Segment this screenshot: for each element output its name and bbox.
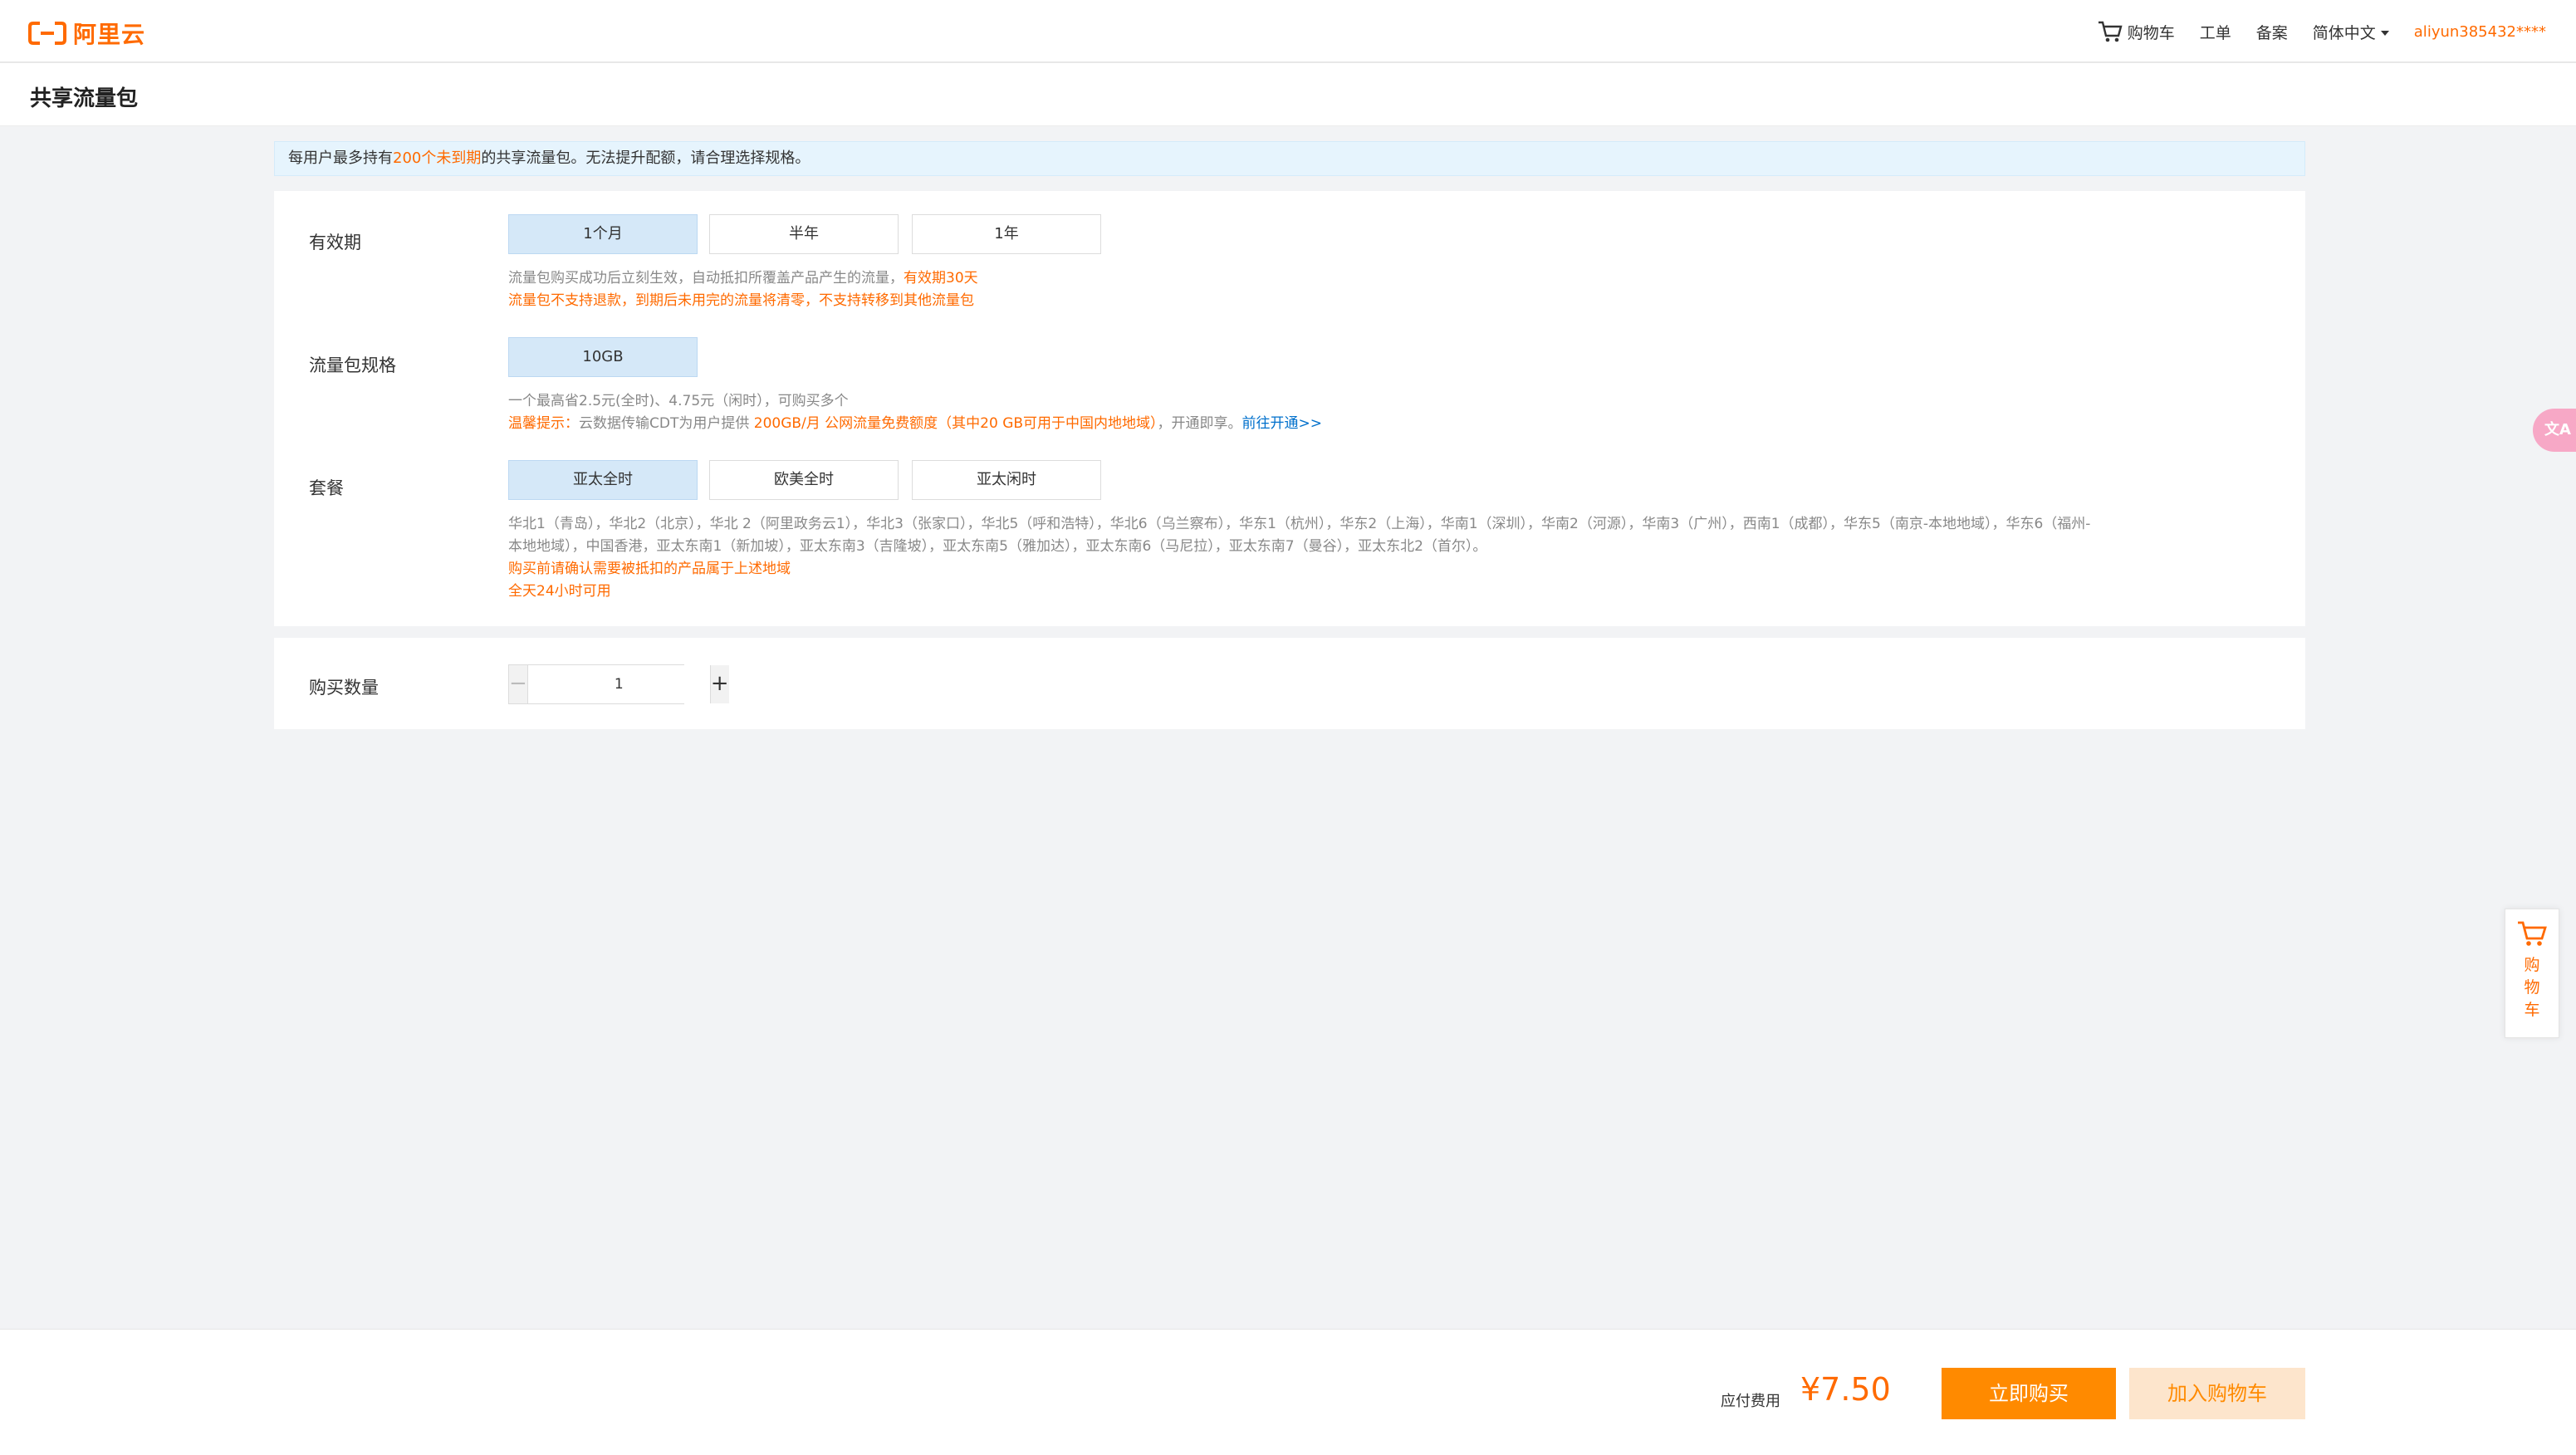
fee-value: ¥7.50 [1800, 1371, 1891, 1408]
cart-icon [2098, 21, 2123, 42]
logo-text: 阿里云 [73, 21, 146, 48]
aliyun-logo-icon [28, 22, 66, 45]
validity-description: 流量包购买成功后立刻生效，自动抵扣所覆盖产品产生的流量，有效期30天 流量包不支… [508, 267, 2277, 312]
floating-cart-button[interactable]: 购物车 [2505, 909, 2559, 1038]
cart-icon [2518, 921, 2547, 946]
quantity-card: 购买数量 − + [274, 638, 2305, 729]
buy-now-button[interactable]: 立即购买 [1942, 1368, 2116, 1419]
top-nav-links: 购物车 工单 备案 简体中文 aliyun385432**** [2098, 0, 2546, 63]
top-navbar: 阿里云 购物车 工单 备案 简体中文 aliyun385432**** [0, 0, 2576, 63]
nav-ticket-link[interactable]: 工单 [2200, 21, 2231, 43]
floating-cart-label: 购物车 [2524, 956, 2540, 1019]
validity-refund-warning: 流量包不支持退款，到期后未用完的流量将清零，不支持转移到其他流量包 [508, 292, 974, 309]
page-title: 共享流量包 [30, 86, 139, 111]
fee-label: 应付费用 [1721, 1393, 1780, 1410]
spec-tip-highlight: 200GB/月 公网流量免费额度（其中20 GB可用于中国内地地域） [753, 415, 1158, 432]
aliyun-logo[interactable]: 阿里云 [28, 17, 145, 50]
add-to-cart-button[interactable]: 加入购物车 [2129, 1368, 2305, 1419]
quantity-input[interactable] [527, 665, 710, 703]
package-availability: 全天24小时可用 [508, 583, 611, 600]
quantity-stepper: − + [508, 664, 729, 704]
translate-icon: 文A [2544, 421, 2571, 438]
notice-prefix: 每用户最多持有 [288, 149, 393, 167]
spec-label: 流量包规格 [309, 355, 396, 375]
quantity-label: 购买数量 [309, 678, 379, 698]
package-regions-line-2: 本地地域），中国香港，亚太东南1（新加坡），亚太东南3（吉隆坡），亚太东南5（雅… [508, 538, 1487, 555]
quota-notice: 每用户最多持有200个未到期的共享流量包。无法提升配额，请合理选择规格。 [274, 141, 2305, 176]
package-option-apac-idle[interactable]: 亚太闲时 [912, 460, 1101, 500]
language-selector[interactable]: 简体中文 [2313, 21, 2389, 43]
chevron-down-icon [2380, 31, 2389, 36]
validity-desc-period: 有效期30天 [904, 270, 978, 287]
spec-option-10gb[interactable]: 10GB [508, 337, 698, 377]
spec-tip-text: 云数据传输CDT为用户提供 [579, 415, 754, 432]
config-card: 有效期 1个月 半年 1年 流量包购买成功后立刻生效，自动抵扣所覆盖产品产生的流… [274, 191, 2305, 626]
nav-cart-link[interactable]: 购物车 [2098, 20, 2175, 43]
package-description: 华北1（青岛），华北2（北京），华北 2（阿里政务云1），华北3（张家口），华北… [508, 513, 2277, 603]
spec-tip-label: 温馨提示： [508, 415, 579, 432]
package-label: 套餐 [309, 478, 344, 498]
validity-option-1-month[interactable]: 1个月 [508, 214, 698, 254]
nav-cart-label: 购物车 [2127, 23, 2175, 42]
quantity-decrement-button[interactable]: − [509, 665, 528, 703]
validity-desc-text: 流量包购买成功后立刻生效，自动抵扣所覆盖产品产生的流量， [508, 270, 904, 287]
spec-savings-text: 一个最高省2.5元(全时)、4.75元（闲时），可购买多个 [508, 393, 849, 409]
validity-option-half-year[interactable]: 半年 [709, 214, 899, 254]
user-account-link[interactable]: aliyun385432**** [2414, 23, 2546, 41]
validity-label: 有效期 [309, 233, 361, 252]
package-option-apac-fulltime[interactable]: 亚太全时 [508, 460, 698, 500]
validity-option-1-year[interactable]: 1年 [912, 214, 1101, 254]
cdt-activate-link[interactable]: 前往开通>> [1242, 415, 1323, 432]
nav-filing-link[interactable]: 备案 [2256, 21, 2288, 43]
translate-float-button[interactable]: 文A [2533, 409, 2576, 452]
spec-tip-after: ，开通即享。 [1157, 415, 1242, 432]
spec-description: 一个最高省2.5元(全时)、4.75元（闲时），可购买多个 温馨提示：云数据传输… [508, 390, 2277, 435]
notice-suffix: 的共享流量包。无法提升配额，请合理选择规格。 [481, 149, 811, 167]
package-option-euus-fulltime[interactable]: 欧美全时 [709, 460, 899, 500]
notice-highlight: 200个未到期 [393, 149, 482, 167]
page-title-bar: 共享流量包 [0, 63, 2576, 126]
package-regions-line-1: 华北1（青岛），华北2（北京），华北 2（阿里政务云1），华北3（张家口），华北… [508, 516, 2091, 532]
checkout-bar: 应付费用 ¥7.50 立即购买 加入购物车 [0, 1329, 2576, 1455]
quantity-increment-button[interactable]: + [709, 665, 729, 703]
language-label: 简体中文 [2312, 23, 2376, 42]
package-region-warning: 购买前请确认需要被抵扣的产品属于上述地域 [508, 561, 791, 577]
